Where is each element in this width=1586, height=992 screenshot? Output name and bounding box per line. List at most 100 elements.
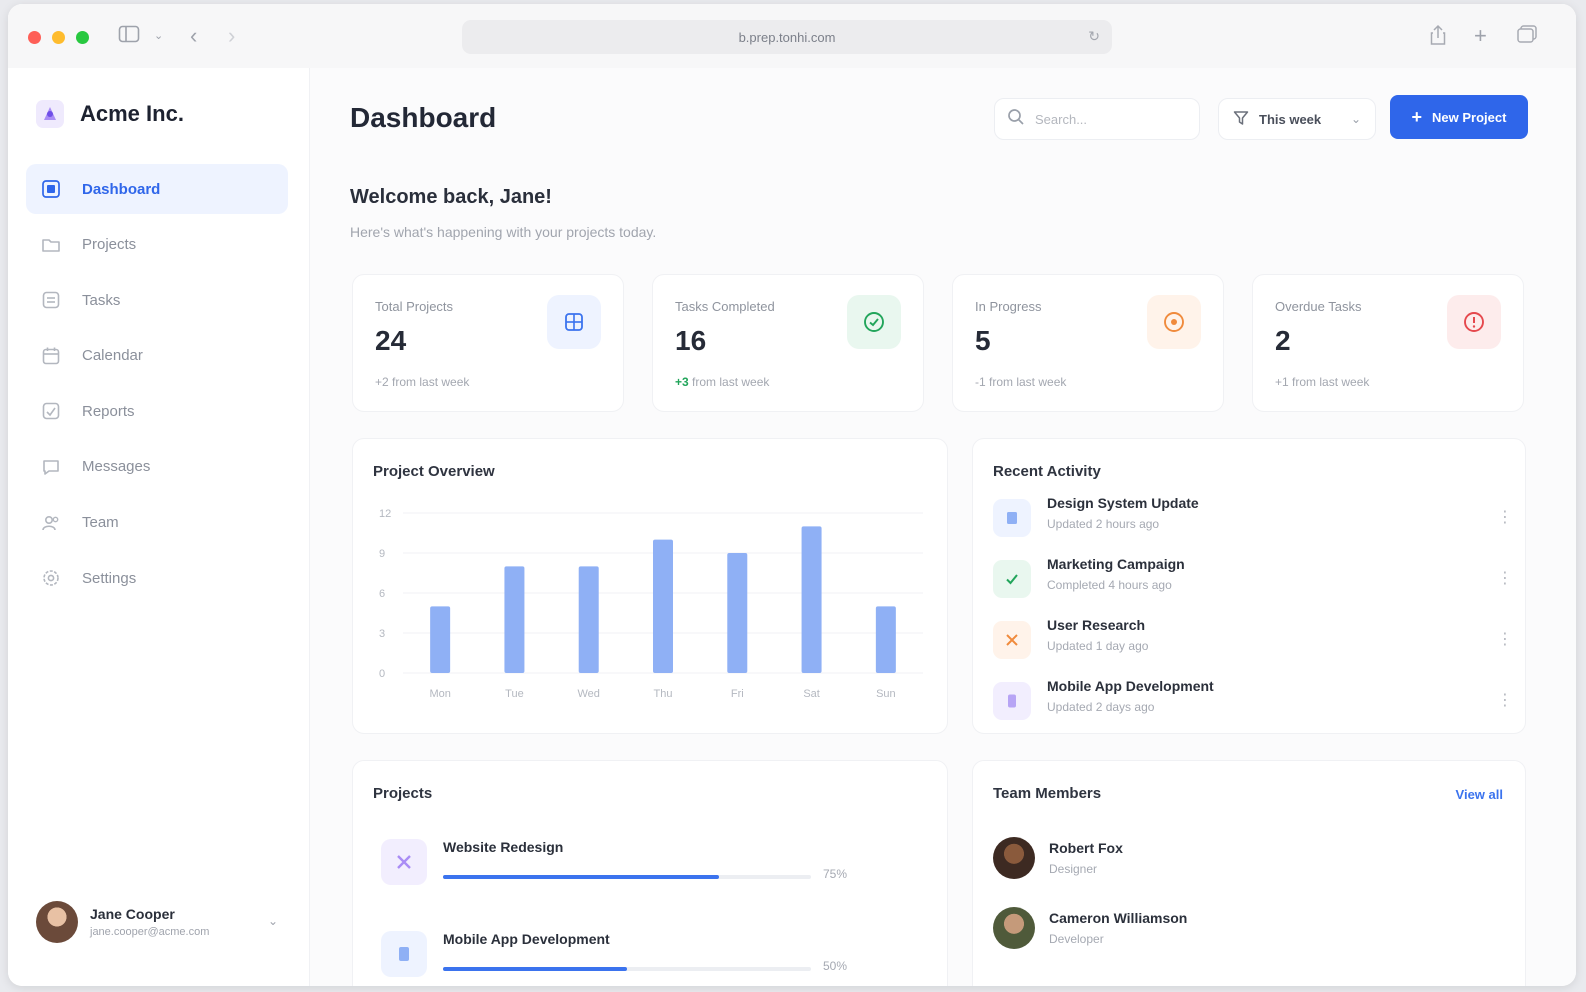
check-circle-icon: [847, 295, 901, 349]
share-icon[interactable]: [1428, 24, 1448, 52]
activity-title: User Research: [1047, 617, 1146, 633]
page-title: Dashboard: [350, 102, 497, 133]
more-options-icon[interactable]: ⋮: [1497, 568, 1513, 588]
bar-fri[interactable]: [727, 553, 748, 673]
user-name: Jane Cooper: [90, 906, 175, 922]
brand[interactable]: Acme Inc.: [36, 100, 184, 128]
stat-card-overdue-tasks[interactable]: Overdue Tasks 2 +1 from last week: [1252, 274, 1524, 412]
project-item[interactable]: Mobile App Development 50%: [377, 931, 877, 986]
progress-bar: [443, 875, 811, 879]
search-box[interactable]: [994, 98, 1200, 140]
search-input[interactable]: [1035, 111, 1185, 127]
more-options-icon[interactable]: ⋮: [1497, 629, 1513, 649]
projects-panel: Projects Website Redesign 75% Mobile App…: [352, 760, 948, 986]
sidebar-toggle-icon[interactable]: [118, 24, 140, 50]
team-members-panel: Team Members View all Robert Fox Designe…: [972, 760, 1526, 986]
chevron-down-icon: ⌄: [1350, 112, 1361, 126]
stat-card-total-projects[interactable]: Total Projects 24 +2 from last week: [352, 274, 624, 412]
chevron-down-icon[interactable]: ⌄: [268, 914, 278, 928]
sidebar-item-reports[interactable]: Reports: [26, 386, 288, 436]
sidebar-item-tasks[interactable]: Tasks: [26, 275, 288, 325]
welcome-subtitle: Here's what's happening with your projec…: [350, 224, 657, 240]
progress-percent: 75%: [823, 867, 848, 881]
stat-change-text: from last week: [688, 375, 770, 389]
team-icon: [40, 512, 62, 534]
x-tick-label: Thu: [654, 688, 673, 700]
sidebar-item-label: Tasks: [82, 291, 121, 309]
project-name: Mobile App Development: [443, 931, 610, 947]
design-icon: [381, 839, 427, 885]
new-project-label: New Project: [1432, 109, 1507, 125]
date-filter-dropdown[interactable]: This week ⌄: [1218, 98, 1376, 140]
team-member[interactable]: Robert Fox Designer: [993, 835, 1493, 881]
stat-card-in-progress[interactable]: In Progress 5 -1 from last week: [952, 274, 1224, 412]
close-window-button[interactable]: [28, 31, 41, 44]
chevron-down-icon[interactable]: ⌄: [154, 24, 163, 48]
dashboard-icon: [40, 178, 62, 200]
panel-title: Recent Activity: [993, 463, 1101, 480]
member-name: Robert Fox: [1049, 840, 1123, 856]
mobile-icon: [381, 931, 427, 977]
new-project-button[interactable]: + New Project: [1390, 95, 1528, 139]
main-content: Dashboard This week ⌄ + New Project Welc…: [310, 68, 1576, 986]
maximize-window-button[interactable]: [76, 31, 89, 44]
sidebar-item-messages[interactable]: Messages: [26, 442, 288, 492]
forward-icon[interactable]: ›: [228, 24, 235, 48]
panel-title: Projects: [373, 785, 433, 802]
sidebar-item-projects[interactable]: Projects: [26, 220, 288, 270]
sidebar: Acme Inc. Dashboard Projects Tasks Calen…: [8, 68, 310, 986]
sidebar-item-label: Projects: [82, 236, 137, 254]
brand-name: Acme Inc.: [80, 101, 184, 126]
bar-mon[interactable]: [430, 606, 451, 673]
sidebar-item-team[interactable]: Team: [26, 498, 288, 548]
project-item[interactable]: Website Redesign 75%: [377, 839, 877, 919]
activity-item[interactable]: User Research Updated 1 day ago ⋮: [993, 617, 1523, 678]
activity-time: Updated 2 hours ago: [1047, 517, 1160, 531]
bar-thu[interactable]: [653, 539, 673, 673]
grid-icon: [547, 295, 601, 349]
progress-fill: [443, 875, 719, 879]
team-member[interactable]: Cameron Williamson Developer: [993, 905, 1493, 951]
sidebar-item-settings[interactable]: Settings: [26, 553, 288, 603]
document-icon: [993, 499, 1031, 537]
member-role: Developer: [1049, 932, 1104, 946]
browser-window: ⌄ ‹ › b.prep.tonhi.com ↻ + Acme Inc. Das…: [8, 4, 1576, 986]
bar-tue[interactable]: [504, 566, 525, 673]
activity-list: Design System Update Updated 2 hours ago…: [993, 495, 1523, 739]
bar-wed[interactable]: [578, 566, 599, 673]
bar-sat[interactable]: [801, 526, 822, 673]
user-profile-menu[interactable]: Jane Cooper jane.cooper@acme.com ⌄: [26, 886, 288, 958]
stat-change-delta: -1: [975, 375, 986, 389]
avatar: [993, 907, 1035, 949]
more-options-icon[interactable]: ⋮: [1497, 690, 1513, 710]
more-options-icon[interactable]: ⋮: [1497, 507, 1513, 527]
x-tick-label: Sat: [803, 688, 820, 700]
back-icon[interactable]: ‹: [190, 24, 197, 48]
view-all-link[interactable]: View all: [1456, 787, 1503, 802]
y-tick-label: 0: [379, 668, 385, 680]
sidebar-item-label: Reports: [82, 402, 135, 420]
activity-item[interactable]: Design System Update Updated 2 hours ago…: [993, 495, 1523, 556]
browser-toolbar: ⌄ ‹ › b.prep.tonhi.com ↻ +: [8, 4, 1576, 68]
stat-change-text: from last week: [388, 375, 470, 389]
new-tab-icon[interactable]: +: [1474, 24, 1487, 48]
stat-label: Tasks Completed: [675, 299, 775, 314]
stat-label: In Progress: [975, 299, 1042, 314]
check-icon: [993, 560, 1031, 598]
address-bar[interactable]: b.prep.tonhi.com ↻: [462, 20, 1112, 54]
sidebar-item-calendar[interactable]: Calendar: [26, 331, 288, 381]
reload-icon[interactable]: ↻: [1088, 28, 1100, 45]
activity-item[interactable]: Mobile App Development Updated 2 days ag…: [993, 678, 1523, 739]
progress-fill: [443, 967, 627, 971]
x-tick-label: Wed: [578, 688, 600, 700]
minimize-window-button[interactable]: [52, 31, 65, 44]
bar-sun[interactable]: [875, 606, 896, 673]
activity-item[interactable]: Marketing Campaign Completed 4 hours ago…: [993, 556, 1523, 617]
tabs-overview-icon[interactable]: [1516, 24, 1538, 50]
stat-card-tasks-completed[interactable]: Tasks Completed 16 +3 from last week: [652, 274, 924, 412]
sidebar-item-label: Messages: [82, 458, 151, 476]
plus-icon: +: [1411, 107, 1423, 127]
stat-change-delta: +3: [675, 375, 689, 389]
y-tick-label: 3: [379, 628, 385, 640]
sidebar-item-dashboard[interactable]: Dashboard: [26, 164, 288, 214]
